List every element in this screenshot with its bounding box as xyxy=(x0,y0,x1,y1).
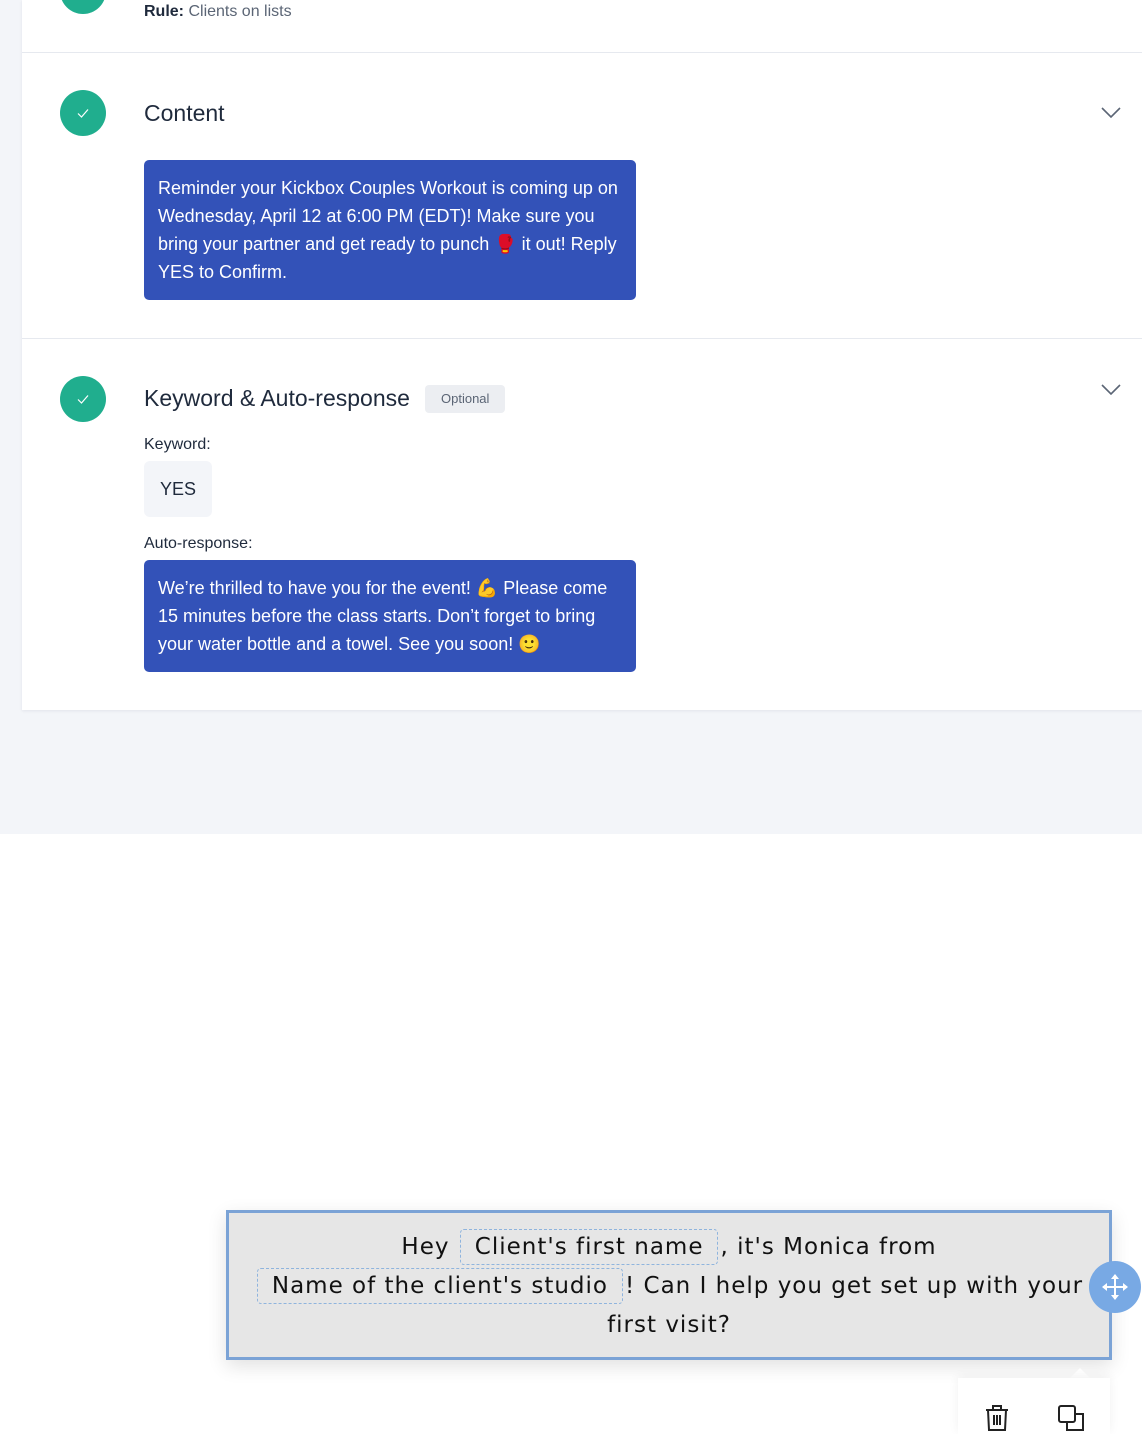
audience-check-icon xyxy=(60,0,106,14)
merge-tag-first-name[interactable]: Client's first name xyxy=(459,1229,719,1265)
rule-value: Clients on lists xyxy=(188,3,292,20)
page-background: Rule: Clients on lists Content Reminder … xyxy=(0,0,1142,834)
trash-icon xyxy=(986,1405,1008,1431)
keyword-check-icon xyxy=(60,376,106,422)
keyword-value: YES xyxy=(144,461,212,517)
text-block-content[interactable]: Hey Client's first name, it's Monica fro… xyxy=(229,1228,1109,1345)
text-block-editor[interactable]: Hey Client's first name, it's Monica fro… xyxy=(226,1210,1112,1360)
content-message-bubble: Reminder your Kickbox Couples Workout is… xyxy=(144,160,636,300)
keyword-label: Keyword: xyxy=(144,436,211,453)
autoresponse-label: Auto-response: xyxy=(144,535,253,552)
content-section: Content Reminder your Kickbox Couples Wo… xyxy=(22,53,1142,338)
duplicate-icon xyxy=(1058,1405,1084,1431)
text-part-greeting: Hey xyxy=(401,1234,450,1260)
duplicate-button[interactable] xyxy=(1056,1403,1086,1433)
move-handle[interactable] xyxy=(1089,1261,1141,1313)
optional-badge: Optional xyxy=(425,385,506,413)
content-chevron-down-icon[interactable] xyxy=(1100,106,1122,120)
autoresponse-message-bubble: We’re thrilled to have you for the event… xyxy=(144,560,636,672)
text-part-question: ! Can I help you get set up with your fi… xyxy=(607,1273,1084,1338)
divider xyxy=(22,338,1142,339)
block-toolbar xyxy=(958,1378,1110,1434)
content-check-icon xyxy=(60,90,106,136)
keyword-chevron-down-icon[interactable] xyxy=(1100,383,1122,397)
content-title: Content xyxy=(144,100,225,126)
move-icon xyxy=(1102,1274,1128,1300)
merge-tag-studio-name[interactable]: Name of the client's studio xyxy=(256,1268,623,1304)
text-part-intro: , it's Monica from xyxy=(720,1234,937,1260)
rule-line: Rule: Clients on lists xyxy=(144,3,292,21)
campaign-card: Rule: Clients on lists Content Reminder … xyxy=(22,0,1142,710)
keyword-section-title: Keyword & Auto-response xyxy=(144,385,410,411)
rule-label: Rule: xyxy=(144,3,184,20)
delete-button[interactable] xyxy=(982,1403,1012,1433)
audience-section: Rule: Clients on lists xyxy=(22,0,1142,52)
